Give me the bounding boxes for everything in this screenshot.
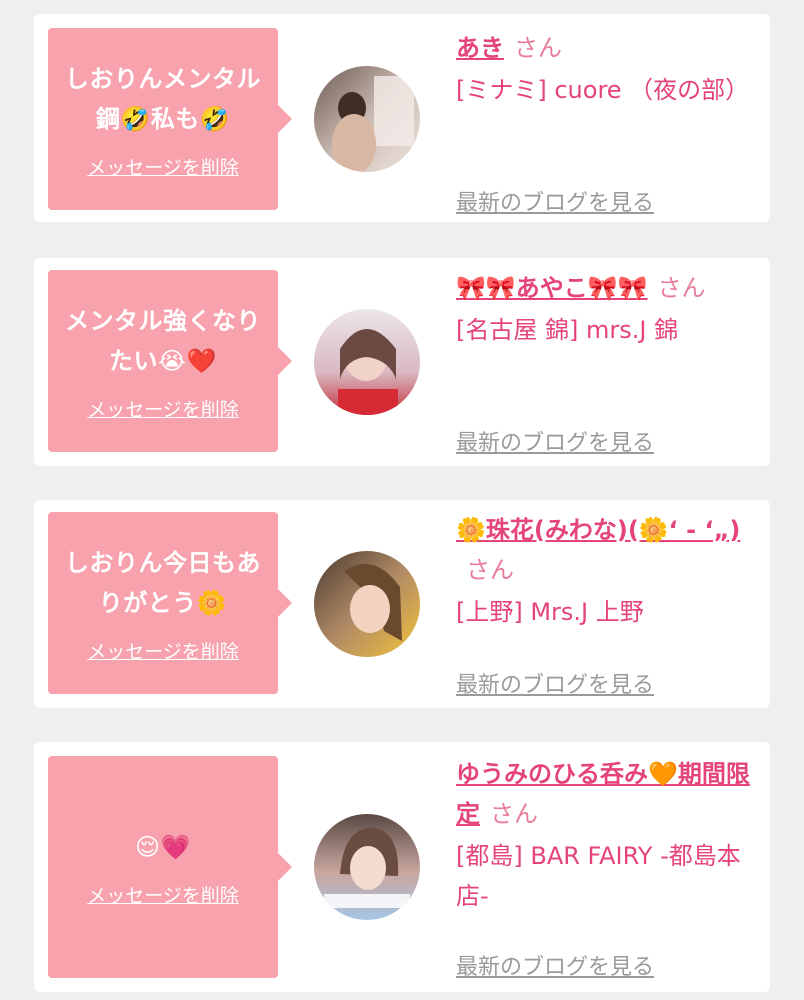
message-text: しおりん今日もありがとう🌼 xyxy=(65,548,261,617)
message-card: メンタル強くなりたい😭❤️ メッセージを削除 🎀🎀あやこ🎀🎀 さん [名古屋 錦]… xyxy=(34,258,770,466)
message-bubble: 😌💗 メッセージを削除 xyxy=(48,756,292,978)
avatar[interactable] xyxy=(314,814,420,920)
message-bubble: メンタル強くなりたい😭❤️ メッセージを削除 xyxy=(48,270,292,452)
shop-name: [都島] BAR FAIRY -都島本店- xyxy=(456,842,741,910)
honorific: さん xyxy=(466,556,514,584)
avatar[interactable] xyxy=(314,66,420,172)
sender-info: 🎀🎀あやこ🎀🎀 さん [名古屋 錦] mrs.J 錦 最新のブログを見る xyxy=(456,268,756,456)
sender-name-link[interactable]: 🌼珠花(みわな)(🌼‘ - ‘„) xyxy=(456,516,740,544)
message-card: しおりんメンタル鋼🤣私も🤣 メッセージを削除 あき さん [ミナミ] cuore … xyxy=(34,14,770,222)
latest-blog-link[interactable]: 最新のブログを見る xyxy=(456,948,654,988)
delete-message-link[interactable]: メッセージを削除 xyxy=(87,881,239,908)
latest-blog-link[interactable]: 最新のブログを見る xyxy=(456,424,654,464)
honorific: さん xyxy=(490,800,538,828)
latest-blog-link[interactable]: 最新のブログを見る xyxy=(456,666,654,706)
sender-info: あき さん [ミナミ] cuore （夜の部） 最新のブログを見る xyxy=(456,28,756,216)
message-card: しおりん今日もありがとう🌼 メッセージを削除 🌼珠花(みわな)(🌼‘ - ‘„)… xyxy=(34,500,770,708)
message-text: メンタル強くなりたい😭❤️ xyxy=(65,306,261,375)
delete-message-link[interactable]: メッセージを削除 xyxy=(87,395,239,422)
sender-info: 🌼珠花(みわな)(🌼‘ - ‘„)さん [上野] Mrs.J 上野 最新のブログ… xyxy=(456,510,756,698)
message-text: しおりんメンタル鋼🤣私も🤣 xyxy=(65,64,261,133)
sender-info: ゆうみのひる呑み🧡期間限定 さん [都島] BAR FAIRY -都島本店- 最新… xyxy=(456,754,756,980)
latest-blog-link[interactable]: 最新のブログを見る xyxy=(456,184,654,224)
message-card: 😌💗 メッセージを削除 ゆうみのひる呑み🧡期間限定 さん [都島] BAR FAI… xyxy=(34,742,770,992)
message-list: しおりんメンタル鋼🤣私も🤣 メッセージを削除 あき さん [ミナミ] cuore … xyxy=(0,0,804,1000)
honorific: さん xyxy=(657,274,706,302)
message-text: 😌💗 xyxy=(135,832,191,861)
message-bubble: しおりん今日もありがとう🌼 メッセージを削除 xyxy=(48,512,292,694)
message-bubble: しおりんメンタル鋼🤣私も🤣 メッセージを削除 xyxy=(48,28,292,210)
shop-name: [名古屋 錦] mrs.J 錦 xyxy=(456,316,679,344)
avatar[interactable] xyxy=(314,309,420,415)
delete-message-link[interactable]: メッセージを削除 xyxy=(87,637,239,664)
honorific: さん xyxy=(514,34,562,62)
avatar[interactable] xyxy=(314,551,420,657)
delete-message-link[interactable]: メッセージを削除 xyxy=(87,153,239,180)
shop-name: [上野] Mrs.J 上野 xyxy=(456,598,644,626)
sender-name-link[interactable]: 🎀🎀あやこ🎀🎀 xyxy=(456,274,648,302)
shop-name: [ミナミ] cuore （夜の部） xyxy=(456,76,750,104)
sender-name-link[interactable]: あき xyxy=(456,34,504,62)
